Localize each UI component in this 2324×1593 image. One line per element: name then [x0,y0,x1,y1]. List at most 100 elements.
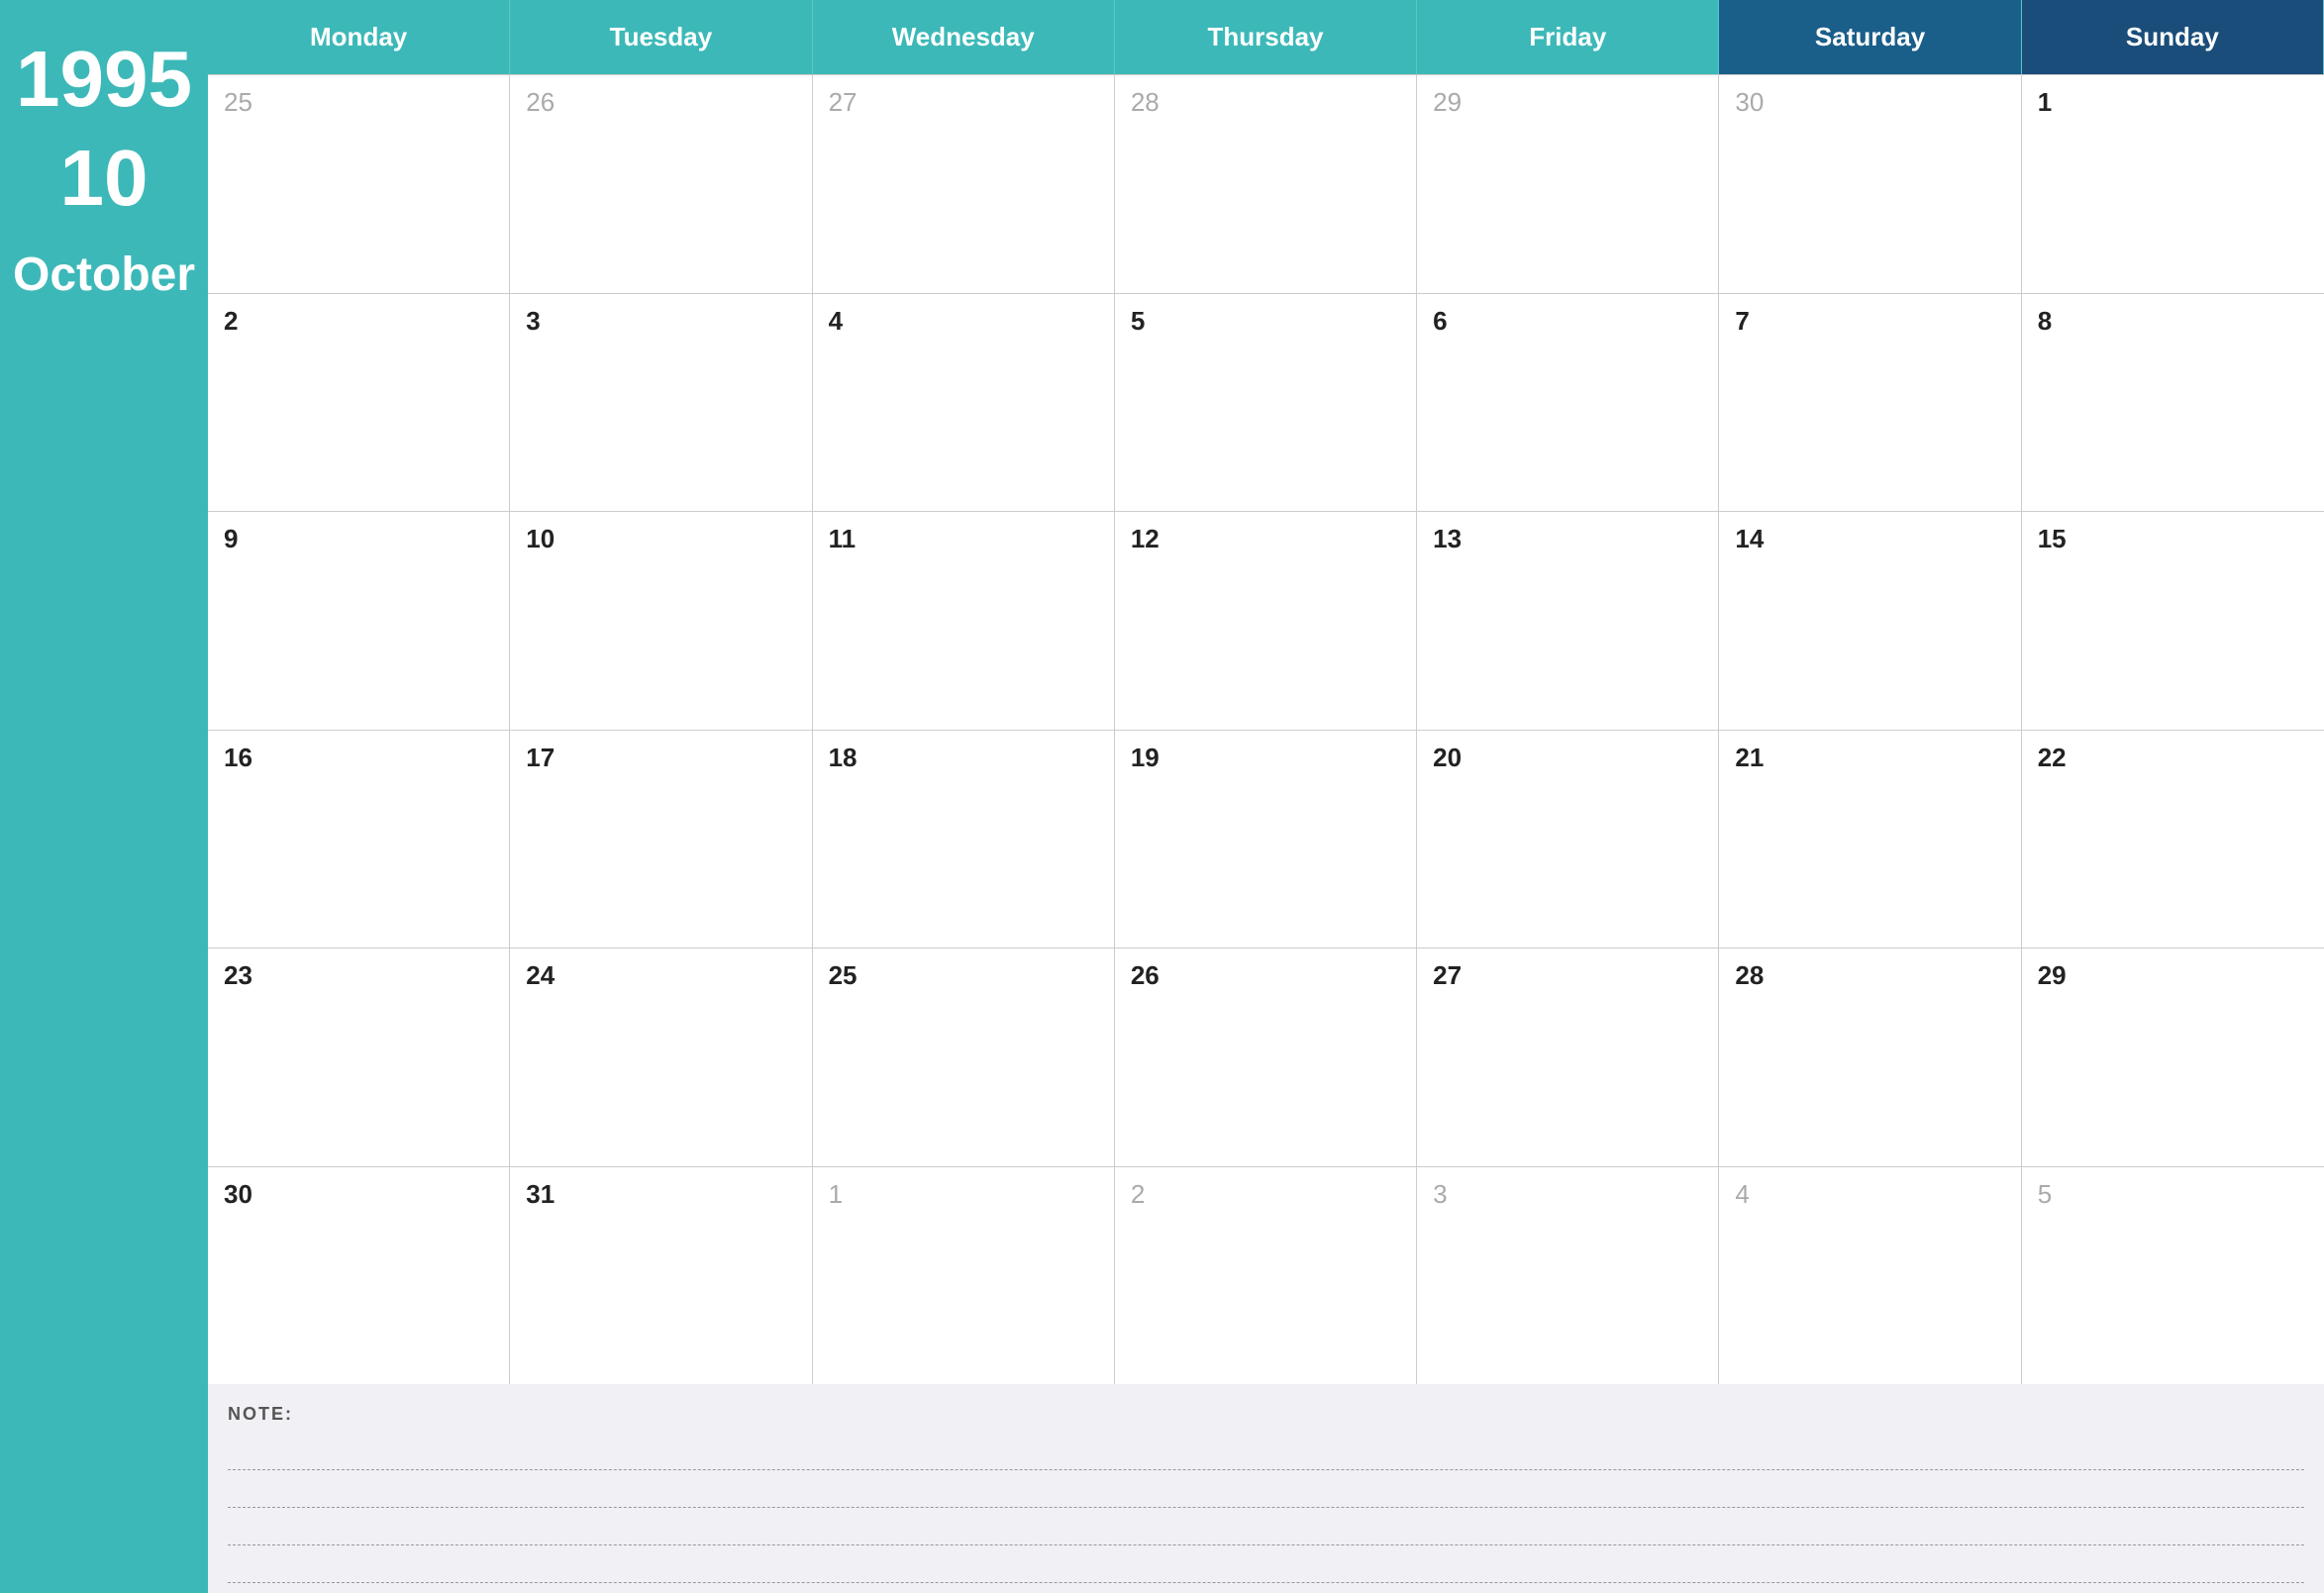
day-number: 29 [2038,960,2067,990]
day-cell: 1 [813,1167,1115,1385]
day-number: 3 [1433,1179,1447,1209]
sidebar: 1995 10 October [0,0,208,1593]
notes-label: NOTE: [228,1404,2304,1425]
day-cell: 8 [2022,294,2324,512]
day-cell: 21 [1719,731,2021,948]
day-number: 26 [1131,960,1160,990]
day-cell: 4 [1719,1167,2021,1385]
note-line[interactable] [228,1433,2304,1470]
week-row-4: 16 17 18 19 20 21 22 [208,730,2324,948]
day-number: 23 [224,960,253,990]
day-number: 24 [526,960,555,990]
day-number: 13 [1433,524,1462,553]
day-cell: 14 [1719,512,2021,730]
day-cell: 29 [2022,948,2324,1166]
day-number: 3 [526,306,540,336]
weeks-container: 2526272829301234567891011121314151617181… [208,74,2324,1384]
day-cell: 25 [208,75,510,293]
day-cell: 26 [510,75,812,293]
day-cell: 2 [1115,1167,1417,1385]
day-number: 14 [1735,524,1764,553]
day-number: 17 [526,743,555,772]
main-content: MondayTuesdayWednesdayThursdayFridaySatu… [208,0,2324,1593]
day-number: 1 [2038,87,2052,117]
day-cell: 25 [813,948,1115,1166]
day-header-wednesday: Wednesday [813,0,1115,74]
day-number: 21 [1735,743,1764,772]
day-cell: 30 [208,1167,510,1385]
week-row-2: 2 3 4 5 6 7 8 [208,293,2324,512]
day-number: 2 [224,306,238,336]
day-number: 31 [526,1179,555,1209]
day-cell: 17 [510,731,812,948]
day-cell: 31 [510,1167,812,1385]
day-cell: 1 [2022,75,2324,293]
calendar-grid: MondayTuesdayWednesdayThursdayFridaySatu… [208,0,2324,1384]
day-number: 18 [829,743,858,772]
calendar-wrapper: 1995 10 October MondayTuesdayWednesdayTh… [0,0,2324,1593]
day-cell: 5 [1115,294,1417,512]
day-cell: 9 [208,512,510,730]
day-cell: 7 [1719,294,2021,512]
day-cell: 22 [2022,731,2324,948]
day-number: 5 [2038,1179,2052,1209]
day-cell: 2 [208,294,510,512]
week-row-5: 23 24 25 26 27 28 29 [208,947,2324,1166]
day-cell: 29 [1417,75,1719,293]
day-header-saturday: Saturday [1719,0,2021,74]
day-number: 7 [1735,306,1749,336]
day-cell: 24 [510,948,812,1166]
day-number: 28 [1131,87,1160,117]
day-number: 10 [526,524,555,553]
day-number: 15 [2038,524,2067,553]
day-number: 5 [1131,306,1145,336]
day-cell: 10 [510,512,812,730]
day-header-friday: Friday [1417,0,1719,74]
day-cell: 15 [2022,512,2324,730]
day-cell: 20 [1417,731,1719,948]
day-header-sunday: Sunday [2022,0,2324,74]
day-number: 27 [829,87,858,117]
day-cell: 16 [208,731,510,948]
day-number: 29 [1433,87,1462,117]
day-number: 6 [1433,306,1447,336]
day-cell: 4 [813,294,1115,512]
day-cell: 12 [1115,512,1417,730]
week-row-3: 9 10 11 12 13 14 15 [208,511,2324,730]
day-cell: 13 [1417,512,1719,730]
day-number: 28 [1735,960,1764,990]
day-number: 20 [1433,743,1462,772]
day-cell: 27 [1417,948,1719,1166]
week-row-6: 30 31 1 2 3 45 [208,1166,2324,1385]
sidebar-year: 1995 [16,40,192,119]
note-line[interactable] [228,1545,2304,1583]
day-number: 11 [829,524,857,553]
day-header-thursday: Thursday [1115,0,1417,74]
notes-section: NOTE: [208,1384,2324,1593]
day-number: 26 [526,87,555,117]
day-number: 4 [829,306,843,336]
day-number: 8 [2038,306,2052,336]
day-number: 22 [2038,743,2067,772]
day-number: 9 [224,524,238,553]
day-cell: 3 [1417,1167,1719,1385]
day-number: 25 [829,960,858,990]
day-number: 30 [1735,87,1764,117]
note-line[interactable] [228,1470,2304,1508]
day-number: 16 [224,743,253,772]
day-number: 1 [829,1179,843,1209]
note-line[interactable] [228,1508,2304,1545]
day-cell: 28 [1115,75,1417,293]
week-row-1: 25 26 27 28 29 30 1 [208,74,2324,293]
day-cell: 18 [813,731,1115,948]
day-cell: 27 [813,75,1115,293]
sidebar-month-name: October [13,248,195,302]
day-number: 2 [1131,1179,1145,1209]
day-cell: 26 [1115,948,1417,1166]
day-number: 19 [1131,743,1160,772]
day-cell: 23 [208,948,510,1166]
day-cell: 30 [1719,75,2021,293]
sidebar-month-num: 10 [60,139,149,218]
day-cell: 5 [2022,1167,2324,1385]
day-cell: 28 [1719,948,2021,1166]
